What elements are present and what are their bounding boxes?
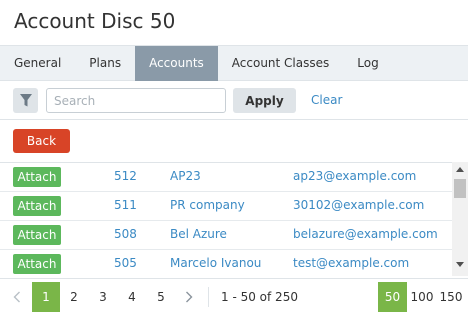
page-1[interactable]: 1 (32, 282, 60, 312)
back-button[interactable]: Back (13, 129, 70, 153)
account-id-link[interactable]: 511 (114, 198, 137, 212)
account-name-link[interactable]: AP23 (170, 169, 201, 183)
account-email-link[interactable]: ap23@example.com (293, 169, 416, 183)
account-id-link[interactable]: 512 (114, 169, 137, 183)
tab-account-classes[interactable]: Account Classes (218, 46, 343, 81)
table-row: Attach 505 Marcelo Ivanou test@example.c… (0, 250, 452, 276)
scroll-up-icon[interactable] (452, 166, 468, 176)
pagination-divider (208, 287, 209, 307)
page-4[interactable]: 4 (118, 282, 146, 312)
account-name-link[interactable]: PR company (170, 198, 245, 212)
page-3[interactable]: 3 (89, 282, 117, 312)
page-2[interactable]: 2 (60, 282, 88, 312)
accounts-table: Attach 512 AP23 ap23@example.com Attach … (0, 162, 452, 276)
filter-toolbar: Apply Clear (0, 81, 468, 120)
apply-button[interactable]: Apply (233, 88, 296, 113)
account-email-link[interactable]: 30102@example.com (293, 198, 424, 212)
next-page-icon[interactable] (179, 282, 199, 312)
account-id-link[interactable]: 505 (114, 256, 137, 270)
account-id-link[interactable]: 508 (114, 227, 137, 241)
page-title: Account Disc 50 (14, 9, 176, 33)
account-email-link[interactable]: test@example.com (293, 256, 409, 270)
attach-button[interactable]: Attach (13, 225, 61, 245)
table-scrollbar[interactable] (452, 162, 468, 276)
filter-button[interactable] (13, 88, 38, 113)
page-range-text: 1 - 50 of 250 (221, 290, 298, 304)
account-name-link[interactable]: Bel Azure (170, 227, 227, 241)
account-email-link[interactable]: belazure@example.com (293, 227, 438, 241)
table-row: Attach 511 PR company 30102@example.com (0, 192, 452, 221)
table-row: Attach 512 AP23 ap23@example.com (0, 163, 452, 192)
page-size-100[interactable]: 100 (408, 282, 436, 312)
tab-bar: General Plans Accounts Account Classes L… (0, 45, 468, 81)
pagination: 1 2 3 4 5 1 - 50 of 250 50 100 150 (0, 278, 468, 314)
tab-plans[interactable]: Plans (75, 46, 135, 81)
account-name-link[interactable]: Marcelo Ivanou (170, 256, 261, 270)
scroll-thumb[interactable] (454, 179, 466, 198)
filter-icon (19, 94, 32, 107)
page-size-150[interactable]: 150 (437, 282, 465, 312)
tab-general[interactable]: General (0, 46, 75, 81)
page-size-50[interactable]: 50 (378, 282, 407, 312)
attach-button[interactable]: Attach (13, 167, 61, 187)
attach-button[interactable]: Attach (13, 196, 61, 216)
tab-log[interactable]: Log (343, 46, 392, 81)
table-row: Attach 508 Bel Azure belazure@example.co… (0, 221, 452, 250)
attach-button[interactable]: Attach (13, 254, 61, 274)
page-5[interactable]: 5 (147, 282, 175, 312)
scroll-down-icon[interactable] (452, 262, 468, 272)
clear-link[interactable]: Clear (311, 88, 342, 113)
tab-accounts[interactable]: Accounts (135, 46, 218, 81)
search-input[interactable] (46, 88, 226, 113)
prev-page-icon[interactable] (7, 282, 27, 312)
